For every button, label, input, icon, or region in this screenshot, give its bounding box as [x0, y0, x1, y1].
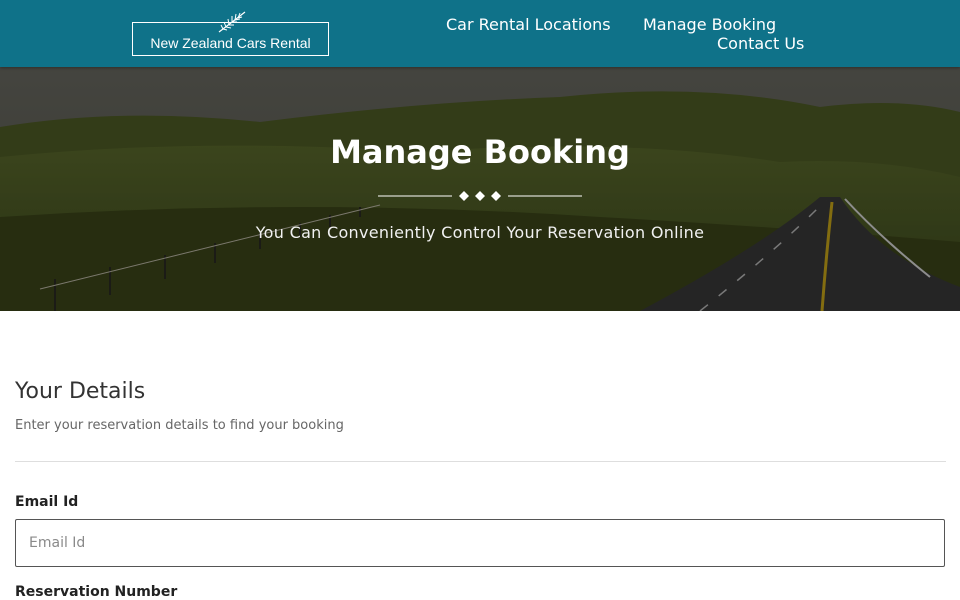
section-divider: [15, 461, 946, 462]
nav-contact-us[interactable]: Contact Us: [717, 34, 804, 53]
hero-subtitle: You Can Conveniently Control Your Reserv…: [255, 223, 705, 242]
site-logo[interactable]: New Zealand Cars Rental: [132, 11, 329, 56]
email-field[interactable]: [15, 519, 945, 567]
email-label: Email Id: [15, 494, 79, 510]
nav-car-rental-locations[interactable]: Car Rental Locations: [446, 15, 611, 34]
logo-text: New Zealand Cars Rental: [150, 35, 311, 51]
section-title: Your Details: [15, 379, 146, 404]
diamond-divider-icon: [378, 191, 582, 201]
hero-banner: Manage Booking You Can Conveniently Cont…: [0, 67, 960, 311]
page-title: Manage Booking: [330, 133, 630, 171]
fern-icon: [218, 11, 246, 33]
section-description: Enter your reservation details to find y…: [15, 418, 344, 433]
nav-manage-booking[interactable]: Manage Booking: [643, 15, 776, 34]
site-header: New Zealand Cars Rental Car Rental Locat…: [0, 0, 960, 67]
reservation-number-label: Reservation Number: [15, 584, 178, 600]
